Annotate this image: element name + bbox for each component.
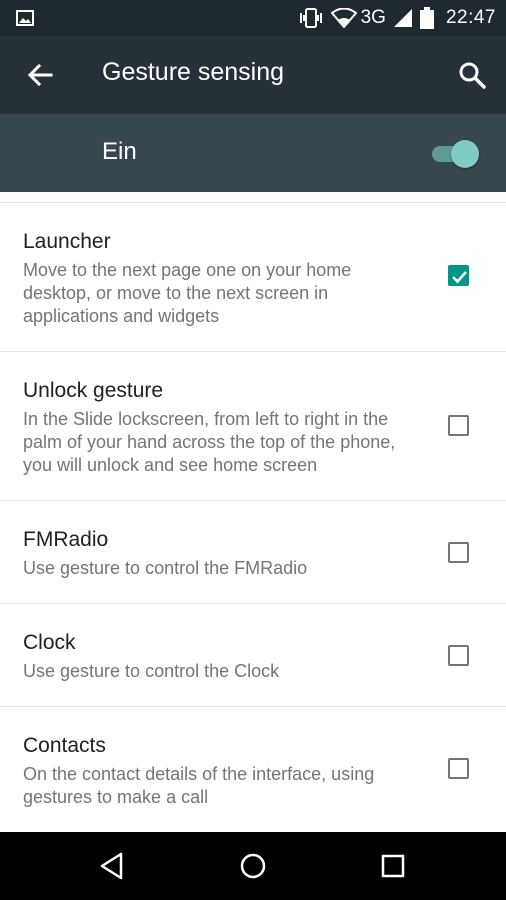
wifi-icon: [330, 8, 357, 28]
setting-title: Contacts: [23, 734, 106, 757]
setting-summary: Use gesture to control the FMRadio: [23, 558, 308, 578]
setting-contacts[interactable]: Contacts On the contact details of the i…: [0, 707, 506, 832]
setting-title: Clock: [23, 631, 76, 654]
switch-thumb: [451, 140, 479, 168]
master-switch-label: Ein: [102, 138, 137, 165]
status-bar: 3G 22:47: [0, 0, 506, 36]
image-icon: [16, 10, 34, 26]
setting-summary: In the Slide lockscreen, from left to ri…: [23, 409, 396, 475]
setting-title: FMRadio: [23, 528, 109, 551]
network-type: 3G: [360, 7, 386, 28]
contacts-checkbox[interactable]: [448, 758, 469, 779]
app-toolbar: Gesture sensing: [0, 36, 506, 114]
launcher-checkbox[interactable]: [448, 265, 469, 286]
setting-summary: Move to the next page one on your home d…: [23, 260, 352, 326]
back-triangle-icon[interactable]: [97, 850, 129, 882]
home-circle-icon[interactable]: [237, 850, 269, 882]
page-title: Gesture sensing: [102, 58, 285, 86]
master-switch-bar[interactable]: Ein: [0, 114, 506, 192]
setting-launcher[interactable]: Launcher Move to the next page one on yo…: [0, 203, 506, 352]
setting-title: Launcher: [23, 230, 111, 253]
settings-list: Launcher Move to the next page one on yo…: [0, 192, 506, 832]
fmradio-checkbox[interactable]: [448, 542, 469, 563]
signal-icon: [393, 9, 412, 27]
setting-summary: Use gesture to control the Clock: [23, 661, 280, 681]
battery-icon: [419, 7, 434, 29]
vibrate-icon: [299, 8, 322, 28]
recents-square-icon[interactable]: [377, 850, 409, 882]
search-icon[interactable]: [458, 61, 486, 89]
setting-title: Unlock gesture: [23, 379, 164, 402]
setting-fmradio[interactable]: FMRadio Use gesture to control the FMRad…: [0, 501, 506, 604]
setting-clock[interactable]: Clock Use gesture to control the Clock: [0, 604, 506, 707]
setting-unlock-gesture[interactable]: Unlock gesture In the Slide lockscreen, …: [0, 352, 506, 501]
check-icon: [452, 271, 467, 284]
navigation-bar: [0, 832, 506, 900]
setting-summary: On the contact details of the interface,…: [23, 764, 375, 807]
master-toggle-switch[interactable]: [432, 140, 480, 168]
clock-time: 22:47: [445, 7, 496, 28]
clock-checkbox[interactable]: [448, 645, 469, 666]
unlock-gesture-checkbox[interactable]: [448, 415, 469, 436]
arrow-back-icon[interactable]: [26, 61, 54, 89]
